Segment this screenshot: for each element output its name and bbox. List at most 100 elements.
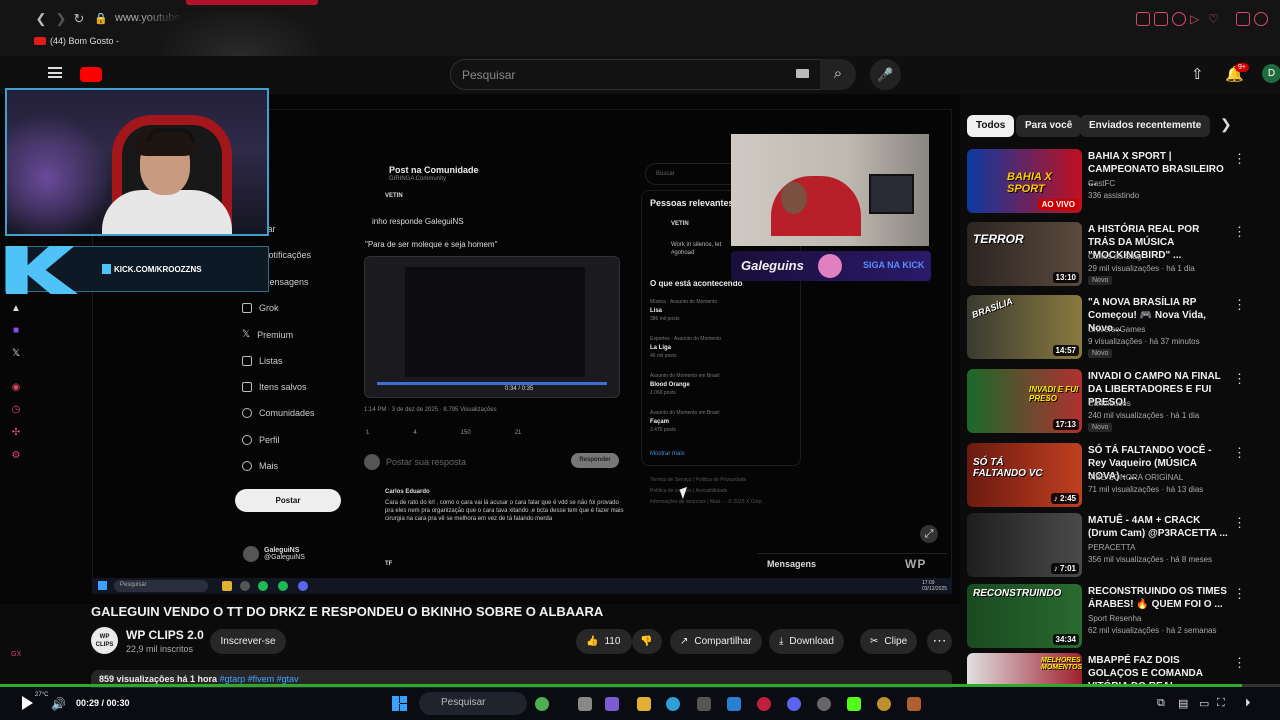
gx-icon[interactable]: GX — [11, 650, 21, 660]
chevron-right-icon[interactable]: ❯ — [1220, 116, 1232, 133]
account-avatar[interactable]: D — [1262, 64, 1280, 83]
settings-icon[interactable]: ⚙ — [11, 451, 21, 461]
subscribe-button[interactable]: Inscrever-se — [210, 629, 286, 654]
notes-icon[interactable] — [605, 697, 619, 711]
recommendation-item[interactable]: RECONSTRUINDO 34:34 RECONSTRUINDO OS TIM… — [967, 584, 1272, 652]
extension-icon[interactable] — [1154, 12, 1168, 26]
video-time: 0:34 / 0:35 — [505, 386, 534, 392]
kebab-menu-icon[interactable]: ⋮ — [1233, 655, 1246, 671]
dislike-button[interactable]: 👎 — [632, 629, 662, 654]
extension-icon[interactable] — [1136, 12, 1150, 26]
x-icon[interactable]: 𝕏 — [11, 349, 21, 359]
autoplay-icon[interactable]: ⏵ — [1245, 697, 1251, 710]
x-nav-listas: Listas — [242, 356, 283, 366]
forward-icon[interactable]: ❯ — [52, 10, 70, 28]
recommendation-item[interactable]: ♪ 7:01 MATUÊ - 4AM + CRACK (Drum Cam) @P… — [967, 513, 1272, 581]
mail-icon[interactable] — [727, 697, 741, 711]
recommendation-title: MATUÊ - 4AM + CRACK (Drum Cam) @P3RACETT… — [1088, 515, 1228, 539]
app-icon[interactable] — [877, 697, 891, 711]
share-button[interactable]: ↗ Compartilhar — [670, 629, 762, 654]
kebab-menu-icon[interactable]: ⋮ — [1233, 371, 1246, 387]
play-ext-icon[interactable]: ▷ — [1190, 12, 1204, 26]
store-icon[interactable] — [697, 697, 711, 711]
trend-item: Assunto do Momento em Brasil Blood Orange… — [650, 373, 719, 396]
like-count: 150 — [460, 430, 471, 436]
lock-icon: 🔒 — [94, 13, 108, 25]
puzzle-icon[interactable]: ✣ — [11, 428, 21, 438]
recommendation-item[interactable]: TERROR 13:10 A HISTÓRIA REAL POR TRÁS DA… — [967, 222, 1272, 290]
subtitles-icon[interactable]: ▤ — [1178, 697, 1188, 710]
twitch-icon[interactable]: ■ — [11, 326, 21, 336]
channel-name[interactable]: WP CLIPS 2.0 — [126, 628, 204, 642]
back-icon[interactable]: ❮ — [32, 10, 50, 28]
recommendation-item[interactable]: BRASÍLIA 14:57 "A NOVA BRASÍLIA RP Começ… — [967, 295, 1272, 363]
menu-icon[interactable] — [48, 67, 62, 78]
play-icon[interactable] — [22, 696, 33, 710]
recommendation-meta: 9 visualizações · há 37 minutos — [1088, 337, 1200, 346]
chip-todos[interactable]: Todos — [967, 115, 1015, 137]
x-post-button: Postar — [235, 489, 341, 512]
download-button[interactable]: ⤓ Download — [769, 629, 844, 654]
kebab-menu-icon[interactable]: ⋮ — [1233, 224, 1246, 240]
microphone-icon[interactable]: 🎤 — [870, 59, 901, 90]
miniplayer-icon[interactable]: ⧉ — [1157, 697, 1165, 710]
kebab-menu-icon[interactable]: ⋮ — [1233, 515, 1246, 531]
kick-icon[interactable] — [847, 697, 861, 711]
like-button[interactable]: 👍 110 — [576, 629, 632, 654]
heart-icon[interactable]: ♡ — [1208, 12, 1222, 26]
channel-avatar[interactable]: WP CLIPS — [91, 627, 118, 654]
app-icon[interactable] — [535, 697, 549, 711]
recommendation-item[interactable]: SÓ TÁ FALTANDO VC ♪ 2:45 SÓ TÁ FALTANDO … — [967, 443, 1272, 511]
spotify-icon — [258, 581, 268, 591]
extensions-icon[interactable] — [1236, 12, 1250, 26]
record-icon[interactable]: ◉ — [11, 383, 21, 393]
chip-enviados-recentemente[interactable]: Enviados recentemente — [1080, 115, 1211, 137]
hashtags[interactable]: #gtarp #fivem #gtav — [220, 674, 299, 684]
edge-icon[interactable] — [666, 697, 680, 711]
description-box[interactable]: 859 visualizações há 1 hora #gtarp #five… — [91, 670, 952, 690]
windows-start-icon[interactable] — [392, 696, 407, 711]
comment-author: TF — [385, 561, 393, 567]
theater-icon[interactable]: ▭ — [1199, 697, 1209, 710]
repost-count: 4 — [413, 430, 417, 436]
upload-icon[interactable]: ⇧ — [1191, 65, 1204, 83]
kebab-menu-icon[interactable]: ⋮ — [1233, 297, 1246, 313]
clip-button[interactable]: ✂ Clipe — [860, 629, 918, 654]
thumbnail-text: BAHIA X SPORT — [1007, 171, 1052, 195]
more-actions-button[interactable]: ⋯ — [927, 629, 952, 654]
task-view-icon[interactable] — [578, 697, 592, 711]
recommendation-item[interactable]: BAHIA X SPORT AO VIVO BAHIA X SPORT | CA… — [967, 149, 1272, 217]
youtube-logo[interactable] — [80, 67, 102, 82]
taskbar-search-input[interactable]: Pesquisar — [419, 692, 527, 715]
windows-icon — [98, 581, 107, 590]
player-progress-bar[interactable] — [0, 684, 1280, 687]
kick-label: SIGA NA KICK — [863, 260, 925, 270]
happening-title: O que está acontecendo — [650, 279, 743, 288]
tab-youtube[interactable]: (44) Bom Gosto - — [34, 36, 119, 46]
x-nav-mais: Mais — [242, 461, 278, 471]
video-title: GALEGUIN VENDO O TT DO DRKZ E RESPONDEU … — [91, 604, 604, 619]
volume-icon[interactable]: 🔊 — [51, 697, 66, 711]
extension-icon[interactable] — [1172, 12, 1186, 26]
keyboard-icon[interactable] — [796, 69, 809, 78]
app-icon[interactable] — [817, 697, 831, 711]
reload-icon[interactable]: ↻ — [70, 10, 88, 28]
profile-icon[interactable] — [1254, 12, 1268, 26]
ai-icon[interactable]: ▲ — [11, 304, 21, 314]
kebab-menu-icon[interactable]: ⋮ — [1233, 586, 1246, 602]
clock-icon[interactable]: ◷ — [11, 405, 21, 415]
expand-icon[interactable]: ⤢ — [920, 525, 938, 543]
kebab-menu-icon[interactable]: ⋮ — [1233, 445, 1246, 461]
discord-icon[interactable] — [787, 697, 801, 711]
file-explorer-icon[interactable] — [637, 697, 651, 711]
search-input[interactable]: Pesquisar — [450, 59, 822, 90]
chip-para-voce[interactable]: Para você — [1016, 115, 1082, 137]
live-badge: AO VIVO — [1037, 199, 1079, 210]
recommendation-item[interactable]: INVADI E FUI PRESO 17:13 INVADI O CAMPO … — [967, 369, 1272, 437]
kebab-menu-icon[interactable]: ⋮ — [1233, 151, 1246, 167]
recommendation-item[interactable]: MELHORES MOMENTOS MBAPPÉ FAZ DOIS GOLAÇO… — [967, 653, 1272, 684]
search-button[interactable]: ⌕ — [820, 59, 856, 90]
fullscreen-icon[interactable]: ⛶ — [1217, 697, 1225, 710]
opera-gx-icon[interactable] — [757, 697, 771, 711]
app-icon[interactable] — [907, 697, 921, 711]
